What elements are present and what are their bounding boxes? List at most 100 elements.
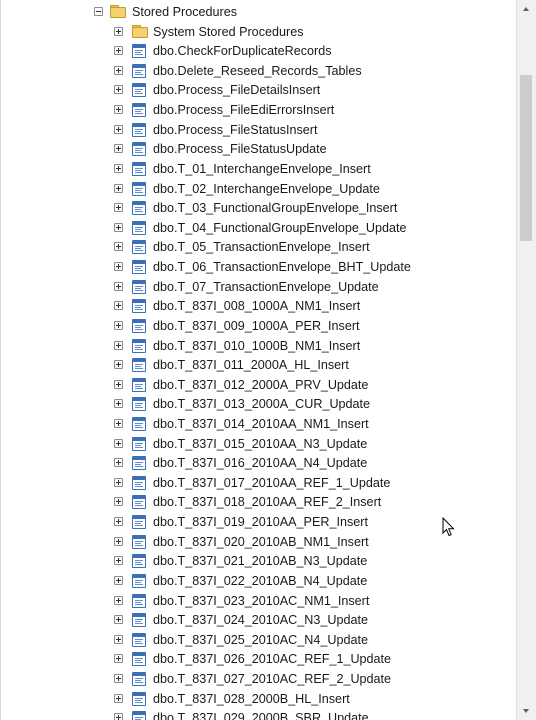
tree-node-procedure[interactable]: dbo.T_837I_014_2010AA_NM1_Insert xyxy=(1,414,516,434)
tree-node-procedure[interactable]: dbo.T_837I_010_1000B_NM1_Insert xyxy=(1,336,516,356)
expand-plus-icon[interactable] xyxy=(114,124,123,134)
expand-plus-icon[interactable] xyxy=(114,595,123,605)
expand-plus-icon[interactable] xyxy=(114,379,123,389)
expand-plus-icon[interactable] xyxy=(114,575,123,585)
expand-plus-icon[interactable] xyxy=(114,46,123,56)
tree-node-procedure[interactable]: dbo.T_837I_019_2010AA_PER_Insert xyxy=(1,512,516,532)
expand-plus-icon[interactable] xyxy=(114,85,123,95)
tree-node-label: dbo.T_01_InterchangeEnvelope_Insert xyxy=(153,161,371,176)
tree-node-procedure[interactable]: dbo.T_837I_023_2010AC_NM1_Insert xyxy=(1,591,516,611)
expand-plus-icon[interactable] xyxy=(114,281,123,291)
tree-node-procedure[interactable]: dbo.T_837I_027_2010AC_REF_2_Update xyxy=(1,669,516,689)
tree-node-procedure[interactable]: dbo.T_837I_012_2000A_PRV_Update xyxy=(1,375,516,395)
tree-node-procedure[interactable]: dbo.T_837I_026_2010AC_REF_1_Update xyxy=(1,649,516,669)
expand-plus-icon[interactable] xyxy=(114,340,123,350)
tree-node-procedure[interactable]: dbo.T_01_InterchangeEnvelope_Insert xyxy=(1,159,516,179)
scroll-down-button[interactable] xyxy=(517,703,536,720)
tree-node-procedure[interactable]: dbo.Delete_Reseed_Records_Tables xyxy=(1,61,516,81)
tree-node-label: dbo.T_837I_028_2000B_HL_Insert xyxy=(153,691,350,706)
tree-node-procedure[interactable]: dbo.Process_FileDetailsInsert xyxy=(1,80,516,100)
tree-node-procedure[interactable]: dbo.T_837I_021_2010AB_N3_Update xyxy=(1,551,516,571)
tree-node-procedure[interactable]: dbo.Process_FileStatusUpdate xyxy=(1,139,516,159)
tree-node-procedure[interactable]: dbo.T_837I_011_2000A_HL_Insert xyxy=(1,355,516,375)
tree-node-procedure[interactable]: dbo.T_07_TransactionEnvelope_Update xyxy=(1,277,516,297)
stored-procedure-icon xyxy=(132,554,146,569)
tree-node-procedure[interactable]: dbo.T_03_FunctionalGroupEnvelope_Insert xyxy=(1,198,516,218)
stored-procedure-icon xyxy=(132,613,146,628)
tree-node-procedure[interactable]: dbo.T_837I_025_2010AC_N4_Update xyxy=(1,630,516,650)
expand-plus-icon[interactable] xyxy=(114,360,123,370)
expand-plus-icon[interactable] xyxy=(114,458,123,468)
expand-plus-icon[interactable] xyxy=(114,497,123,507)
tree-node-procedure[interactable]: dbo.T_837I_008_1000A_NM1_Insert xyxy=(1,296,516,316)
tree-node-procedure[interactable]: dbo.T_837I_015_2010AA_N3_Update xyxy=(1,434,516,454)
expand-plus-icon[interactable] xyxy=(114,674,123,684)
expand-plus-icon[interactable] xyxy=(114,713,123,720)
tree-node-label: dbo.T_837I_015_2010AA_N3_Update xyxy=(153,436,368,451)
stored-procedure-icon xyxy=(132,44,146,59)
expand-plus-icon[interactable] xyxy=(114,320,123,330)
stored-procedure-icon xyxy=(132,534,146,549)
tree-node-procedure[interactable]: dbo.T_837I_029_2000B_SBR_Update xyxy=(1,708,516,720)
stored-procedure-icon xyxy=(132,436,146,451)
tree-node-label: dbo.T_837I_026_2010AC_REF_1_Update xyxy=(153,652,392,667)
tree-node-procedure[interactable]: dbo.CheckForDuplicateRecords xyxy=(1,41,516,61)
tree-node-procedure[interactable]: dbo.Process_FileEdiErrorsInsert xyxy=(1,100,516,120)
expand-plus-icon[interactable] xyxy=(114,556,123,566)
expand-plus-icon[interactable] xyxy=(114,65,123,75)
expand-plus-icon[interactable] xyxy=(114,144,123,154)
collapse-minus-icon[interactable] xyxy=(94,7,103,16)
expand-plus-icon[interactable] xyxy=(114,438,123,448)
stored-procedure-icon xyxy=(132,181,146,196)
expand-plus-icon[interactable] xyxy=(114,222,123,232)
expand-plus-icon[interactable] xyxy=(114,301,123,311)
stored-procedure-icon xyxy=(132,142,146,157)
expand-plus-icon[interactable] xyxy=(114,242,123,252)
expand-plus-icon[interactable] xyxy=(114,477,123,487)
expand-plus-icon[interactable] xyxy=(114,615,123,625)
stored-procedure-icon xyxy=(132,593,146,608)
tree-node-procedure[interactable]: dbo.T_837I_018_2010AA_REF_2_Insert xyxy=(1,492,516,512)
expand-plus-icon[interactable] xyxy=(114,163,123,173)
tree-node-label: dbo.T_837I_025_2010AC_N4_Update xyxy=(153,632,368,647)
scroll-thumb[interactable] xyxy=(520,75,532,241)
expand-plus-icon[interactable] xyxy=(114,399,123,409)
expand-plus-icon[interactable] xyxy=(114,262,123,272)
stored-procedure-icon xyxy=(132,495,146,510)
expand-plus-icon[interactable] xyxy=(114,654,123,664)
tree-node-procedure[interactable]: dbo.T_837I_024_2010AC_N3_Update xyxy=(1,610,516,630)
tree-node-procedure[interactable]: dbo.T_837I_020_2010AB_NM1_Insert xyxy=(1,532,516,552)
tree-node-procedure[interactable]: dbo.T_837I_016_2010AA_N4_Update xyxy=(1,453,516,473)
tree-node-procedure[interactable]: dbo.T_04_FunctionalGroupEnvelope_Update xyxy=(1,218,516,238)
stored-procedure-icon xyxy=(132,220,146,235)
expand-plus-icon[interactable] xyxy=(114,536,123,546)
scroll-up-button[interactable] xyxy=(517,0,536,17)
tree-node-procedure[interactable]: dbo.T_06_TransactionEnvelope_BHT_Update xyxy=(1,257,516,277)
tree-node-procedure[interactable]: dbo.T_837I_013_2000A_CUR_Update xyxy=(1,394,516,414)
expand-plus-icon[interactable] xyxy=(114,105,123,115)
tree-node-procedure[interactable]: dbo.T_02_InterchangeEnvelope_Update xyxy=(1,179,516,199)
stored-procedure-icon xyxy=(132,279,146,294)
tree-node-label: dbo.T_837I_029_2000B_SBR_Update xyxy=(153,711,369,720)
tree-node-procedure[interactable]: dbo.Process_FileStatusInsert xyxy=(1,120,516,140)
tree-node-label: dbo.T_837I_016_2010AA_N4_Update xyxy=(153,456,368,471)
vertical-scrollbar[interactable] xyxy=(516,0,536,720)
tree-node-procedure[interactable]: dbo.T_837I_017_2010AA_REF_1_Update xyxy=(1,473,516,493)
expand-plus-icon[interactable] xyxy=(114,693,123,703)
expand-plus-icon[interactable] xyxy=(114,203,123,213)
tree-node-procedure[interactable]: dbo.T_837I_028_2000B_HL_Insert xyxy=(1,689,516,709)
expand-plus-icon[interactable] xyxy=(114,418,123,428)
expand-plus-icon[interactable] xyxy=(114,183,123,193)
expand-plus-icon[interactable] xyxy=(114,26,123,36)
tree-node-procedure[interactable]: dbo.T_837I_009_1000A_PER_Insert xyxy=(1,316,516,336)
tree-node-system-stored-procedures[interactable]: System Stored Procedures xyxy=(1,22,516,42)
tree-node-procedure[interactable]: dbo.T_837I_022_2010AB_N4_Update xyxy=(1,571,516,591)
stored-procedure-icon xyxy=(132,632,146,647)
expand-plus-icon[interactable] xyxy=(114,634,123,644)
stored-procedure-icon xyxy=(132,338,146,353)
tree-node-procedure[interactable]: dbo.T_05_TransactionEnvelope_Insert xyxy=(1,237,516,257)
stored-procedure-icon xyxy=(132,299,146,314)
tree-node-stored-procedures[interactable]: Stored Procedures xyxy=(1,2,516,22)
object-explorer-tree[interactable]: Stored Procedures System Stored Procedur… xyxy=(0,0,516,720)
expand-plus-icon[interactable] xyxy=(114,517,123,527)
